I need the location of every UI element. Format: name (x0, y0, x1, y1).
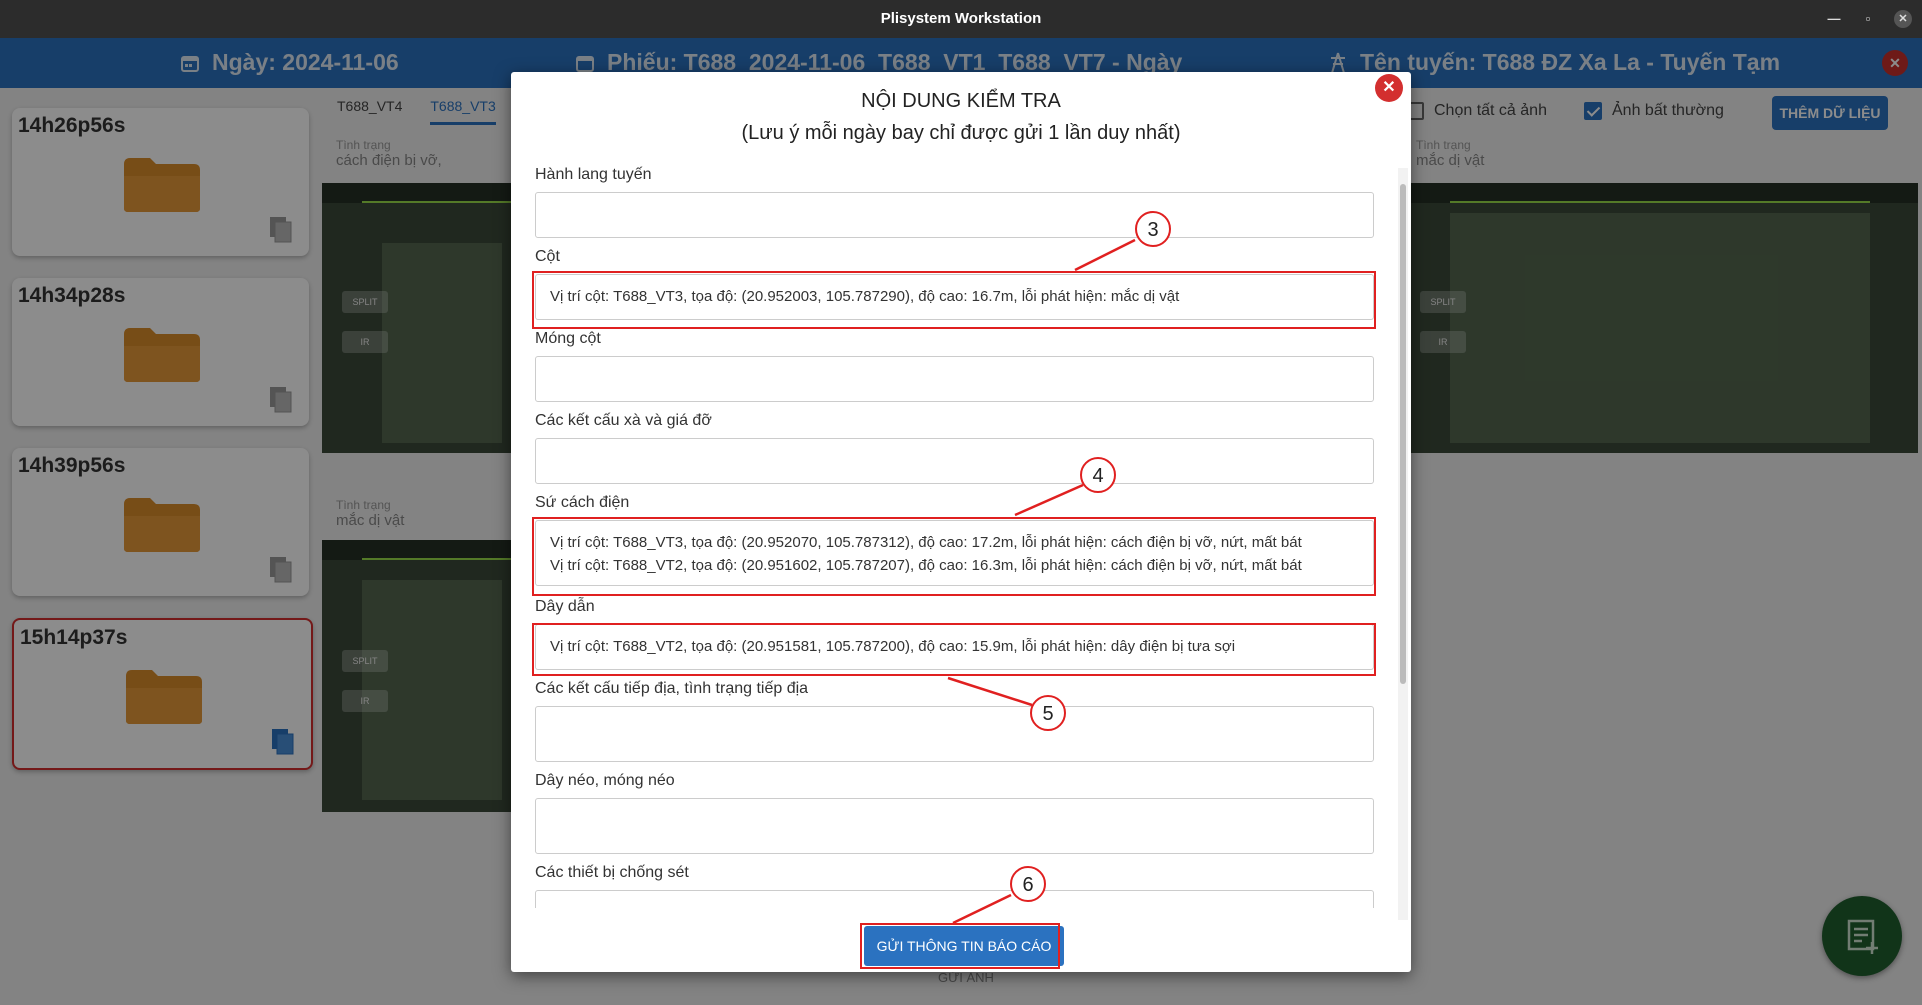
callout-number: 4 (1080, 457, 1116, 493)
callout-box-insulators (532, 517, 1376, 596)
callout-lines (947, 238, 1136, 925)
callout-number: 6 (1010, 866, 1046, 902)
callout-number: 3 (1135, 211, 1171, 247)
callout-box-conductors (532, 623, 1376, 676)
callout-box-pole (532, 271, 1376, 329)
callout-number: 5 (1030, 695, 1066, 731)
callout-box-submit (860, 923, 1060, 969)
